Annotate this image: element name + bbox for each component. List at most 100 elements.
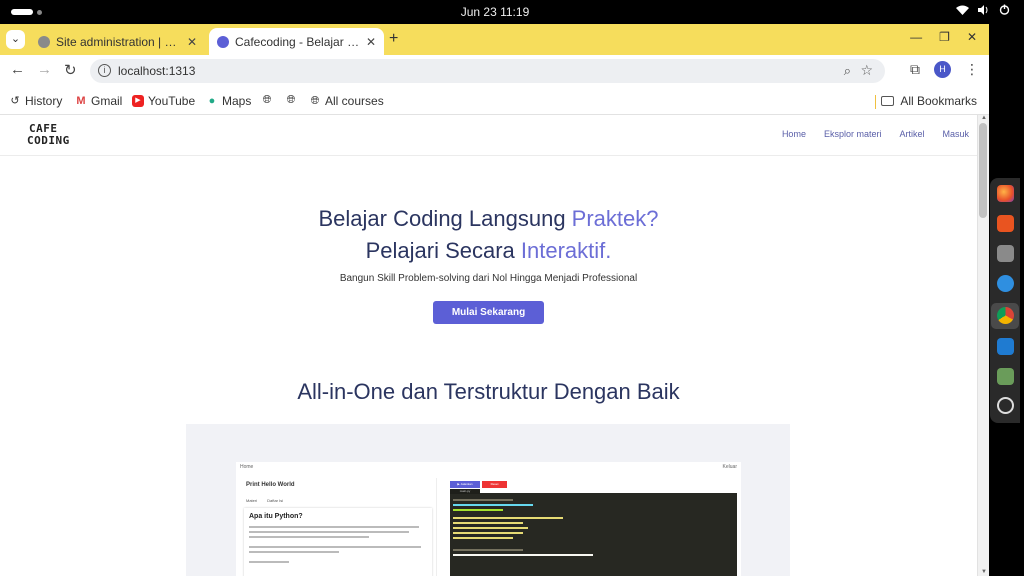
globe-icon: 🌐︎	[286, 94, 296, 106]
restore-icon[interactable]: ❐	[939, 30, 950, 44]
site-nav-links: Home Eksplor materi Artikel Masuk	[782, 129, 969, 139]
bookmark-star-icon[interactable]: ☆	[860, 62, 873, 79]
chevron-down-icon: ⌄	[10, 33, 21, 45]
code-line	[453, 522, 523, 524]
nav-eksplor-materi[interactable]: Eksplor materi	[824, 129, 882, 139]
zoom-icon[interactable]: ⌕	[844, 63, 851, 79]
youtube-icon: ▶	[132, 95, 144, 107]
bookmarks-separator	[875, 95, 876, 109]
bookmark-label: History	[25, 94, 63, 108]
close-icon[interactable]: ✕	[187, 35, 197, 49]
globe-icon: 🌐︎	[310, 95, 320, 107]
hero-heading-line-2: Pelajari Secara Interaktif.	[0, 238, 977, 264]
bookmark-label: All courses	[325, 94, 384, 108]
site-navbar: CAFE CODING Home Eksplor materi Artikel …	[0, 115, 977, 156]
new-tab-button[interactable]: +	[389, 30, 398, 48]
preview-code-editor: main.py	[450, 489, 737, 576]
bookmark-history[interactable]: ↺ History	[9, 94, 62, 108]
hero-text: Pelajari Secara	[365, 238, 521, 263]
profile-avatar[interactable]: H	[934, 61, 951, 78]
preview-text-line	[249, 561, 289, 563]
preview-tabs: Materi Daftar Isi	[246, 498, 283, 503]
close-icon[interactable]: ✕	[366, 35, 376, 49]
tab-cafecoding[interactable]: Cafecoding - Belajar coding ✕	[209, 28, 384, 55]
preview-text-line	[249, 551, 339, 553]
chrome-icon[interactable]	[997, 307, 1014, 324]
preview-text-line	[249, 531, 409, 533]
close-window-icon[interactable]: ✕	[967, 30, 977, 44]
forward-arrow-icon[interactable]: →	[37, 61, 52, 78]
system-tray[interactable]	[956, 4, 1010, 18]
wifi-icon	[956, 4, 969, 18]
trash-icon[interactable]	[997, 368, 1014, 385]
history-icon: ↺	[10, 95, 20, 107]
code-line	[453, 517, 563, 519]
scroll-up-icon[interactable]: ▲	[981, 115, 987, 121]
all-bookmarks-label: All Bookmarks	[900, 94, 977, 108]
site-info-icon[interactable]: i	[98, 64, 111, 77]
desktop: Jun 23 11:19 ⌄ Site administration | Dja…	[0, 0, 1024, 576]
browser-window: ⌄ Site administration | Django site admi…	[0, 24, 989, 576]
minimize-icon[interactable]: —	[910, 30, 922, 44]
site-logo[interactable]: CAFE CODING	[27, 123, 70, 147]
toolbar-right: ⧉ H ⋮	[910, 61, 979, 78]
folder-icon	[881, 96, 895, 106]
nav-artikel[interactable]: Artikel	[899, 129, 924, 139]
all-bookmarks-button[interactable]: All Bookmarks	[881, 94, 977, 108]
preview-card-title: Apa itu Python?	[249, 513, 303, 520]
files-icon[interactable]	[997, 245, 1014, 262]
preview-text-line	[249, 526, 419, 528]
firefox-icon[interactable]	[997, 185, 1014, 202]
menu-kebab-icon[interactable]: ⋮	[965, 61, 979, 78]
address-url[interactable]: localhost:1313	[118, 64, 195, 78]
bookmark-youtube[interactable]: ▶ YouTube	[132, 94, 195, 108]
vscode-icon[interactable]	[997, 338, 1014, 355]
preview-keluar: Keluar	[722, 464, 737, 470]
preview-topbar: Home Keluar	[236, 462, 741, 472]
back-arrow-icon[interactable]: ←	[10, 61, 25, 78]
globe-icon	[38, 35, 50, 48]
os-dock	[990, 178, 1020, 423]
extensions-icon[interactable]: ⧉	[910, 61, 920, 78]
help-icon[interactable]	[997, 275, 1014, 292]
hero-accent-text: Interaktif.	[520, 238, 612, 263]
preview-run-button: ▶ Jalankan	[450, 481, 480, 488]
bookmark-label: YouTube	[148, 94, 196, 108]
preview-editor-tab: main.py	[450, 489, 480, 494]
code-line	[453, 537, 513, 539]
preview-tab-materi: Materi	[246, 498, 258, 503]
scroll-down-icon[interactable]: ▼	[981, 569, 987, 575]
preview-screen: Home Keluar Print Hello World Materi Daf…	[236, 462, 741, 576]
preview-content-card: Apa itu Python?	[244, 508, 432, 576]
code-line	[453, 527, 528, 529]
nav-home[interactable]: Home	[782, 129, 806, 139]
hero-accent-text: Praktek?	[571, 206, 659, 231]
bookmarks-bar: ↺ History M Gmail ▶ YouTube ● Maps 🌐︎ 🌐︎	[0, 87, 989, 115]
os-clock[interactable]: Jun 23 11:19	[0, 5, 990, 19]
code-line	[453, 509, 503, 511]
maps-icon: ●	[208, 95, 216, 107]
hero-subtitle: Bangun Skill Problem-solving dari Nol Hi…	[339, 273, 638, 284]
bookmark-globe-2[interactable]: 🌐︎	[285, 94, 301, 106]
software-center-icon[interactable]	[997, 215, 1014, 232]
page-scrollbar[interactable]: ▲ ▼	[977, 115, 989, 576]
tab-django-admin[interactable]: Site administration | Django site admin …	[30, 28, 205, 55]
browser-toolbar: ← → ↻ i localhost:1313 ⌕ ☆ ⧉ H ⋮	[0, 55, 989, 87]
bookmark-maps[interactable]: ● Maps	[206, 94, 252, 108]
reload-icon[interactable]: ↻	[64, 61, 77, 79]
show-apps-icon[interactable]	[997, 397, 1014, 414]
tab-search-button[interactable]: ⌄	[6, 30, 25, 49]
code-line	[453, 504, 533, 506]
hero-text: Belajar Coding Langsung	[318, 206, 572, 231]
mulai-sekarang-button[interactable]: Mulai Sekarang	[433, 301, 544, 324]
address-bar[interactable]: i localhost:1313 ⌕ ☆	[90, 59, 885, 83]
power-icon	[999, 4, 1010, 18]
scrollbar-thumb[interactable]	[979, 123, 987, 218]
window-controls: — ❐ ✕	[910, 30, 977, 44]
bookmark-globe-1[interactable]: 🌐︎	[261, 94, 277, 106]
cafecoding-favicon-icon	[217, 35, 229, 48]
nav-masuk[interactable]: Masuk	[942, 129, 969, 139]
bookmark-gmail[interactable]: M Gmail	[75, 94, 122, 108]
bookmark-all-courses[interactable]: 🌐︎ All courses	[309, 94, 384, 108]
preview-text-line	[249, 536, 369, 538]
